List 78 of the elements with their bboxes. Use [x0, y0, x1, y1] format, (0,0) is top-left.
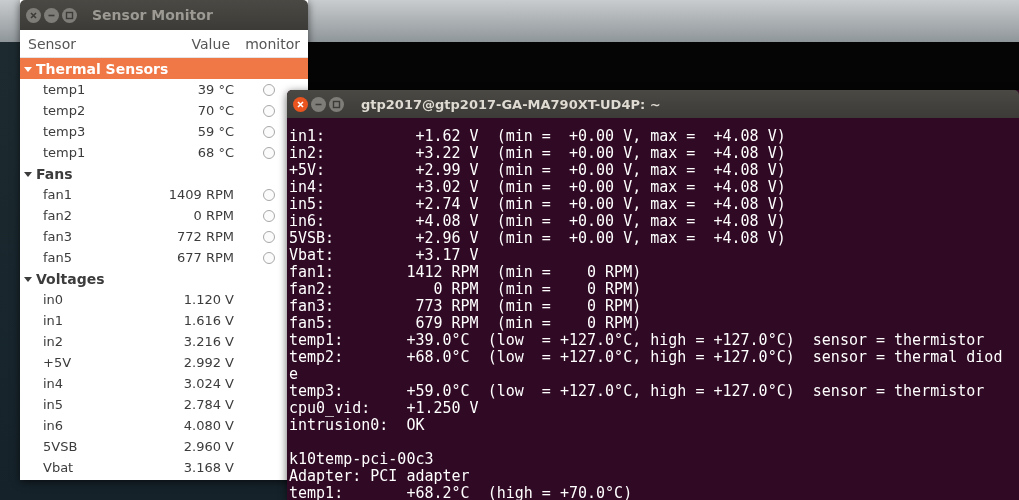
monitor-radio[interactable]	[263, 230, 275, 243]
monitor-radio[interactable]	[263, 104, 275, 117]
terminal-line: intrusion0: OK	[289, 416, 425, 434]
sensor-name: Vbat	[42, 460, 75, 475]
sensor-name: 5VSB	[42, 439, 79, 454]
terminal-line: temp2: +68.0°C (low = +127.0°C, high = +127.0°C) sensor = thermal diod	[289, 348, 1003, 366]
terminal-line: cpu0_vid: +1.250 V	[289, 399, 479, 417]
terminal-line: fan5: 679 RPM (min = 0 RPM)	[289, 314, 642, 332]
terminal-line: in2: +3.22 V (min = +0.00 V, max = +4.08 V)	[289, 144, 786, 162]
group-label: Thermal Sensors	[36, 60, 169, 77]
terminal-line: Vbat: +3.17 V	[289, 246, 479, 264]
monitor-radio[interactable]	[263, 188, 275, 201]
sensor-value: 2.992 V	[182, 355, 234, 370]
terminal-line: 5VSB: +2.96 V (min = +0.00 V, max = +4.08 V)	[289, 229, 786, 247]
maximize-button[interactable]	[62, 7, 77, 23]
expander-icon[interactable]	[24, 274, 32, 283]
sensor-value: 677 RPM	[175, 250, 234, 265]
terminal-line: fan3: 773 RPM (min = 0 RPM)	[289, 297, 642, 315]
sensor-value: 772 RPM	[175, 229, 234, 244]
sensor-value: 1.120 V	[182, 292, 234, 307]
minimize-button[interactable]	[44, 7, 59, 23]
sensor-value: 0 RPM	[192, 208, 234, 223]
sensor-name: fan5	[42, 250, 74, 265]
terminal-line: Adapter: PCI adapter	[289, 467, 470, 485]
sensor-value: 3.216 V	[182, 334, 234, 349]
sensor-name: fan2	[42, 208, 74, 223]
tree-group-row[interactable]: Voltages	[20, 268, 287, 289]
sensor-name: +5V	[42, 355, 73, 370]
window-title: Sensor Monitor	[92, 7, 213, 23]
expander-icon[interactable]	[24, 169, 32, 178]
terminal-line: in1: +1.62 V (min = +0.00 V, max = +4.08 V)	[289, 127, 786, 145]
monitor-radio[interactable]	[263, 209, 275, 222]
sensor-name: in0	[42, 292, 65, 307]
terminal-line: in4: +3.02 V (min = +0.00 V, max = +4.08 V)	[289, 178, 786, 196]
sensor-value: 4.080 V	[182, 418, 234, 433]
tree-group-row[interactable]: Fans	[20, 163, 287, 184]
sensor-name: in1	[42, 313, 65, 328]
terminal-line: e	[289, 365, 299, 383]
monitor-radio[interactable]	[263, 146, 275, 159]
terminal-line: k10temp-pci-00c3	[289, 450, 434, 468]
sensor-value: 1409 RPM	[167, 187, 234, 202]
sensor-value: 70 °C	[196, 103, 234, 118]
column-header[interactable]: monitor	[240, 35, 300, 52]
terminal-line: in5: +2.74 V (min = +0.00 V, max = +4.08 V)	[289, 195, 786, 213]
sensor-name: fan3	[42, 229, 74, 244]
sensor-value: 68 °C	[196, 145, 234, 160]
terminal-line: +5V: +2.99 V (min = +0.00 V, max = +4.08 V)	[289, 161, 786, 179]
sensor-value: 59 °C	[196, 124, 234, 139]
terminal-line: temp3: +59.0°C (low = +127.0°C, high = +127.0°C) sensor = thermistor	[289, 382, 985, 400]
sensor-name: temp3	[42, 124, 87, 139]
sensor-value: 3.024 V	[182, 376, 234, 391]
window-title: gtp2017@gtp2017-GA-MA790XT-UD4P: ~	[361, 96, 661, 112]
group-label: Fans	[36, 165, 73, 182]
terminal-line: in6: +4.08 V (min = +0.00 V, max = +4.08 V)	[289, 212, 786, 230]
column-header[interactable]: Value	[128, 35, 240, 52]
sensor-name: in5	[42, 397, 65, 412]
monitor-radio[interactable]	[263, 83, 275, 96]
sensor-value: 39 °C	[196, 82, 234, 97]
sensor-name: in4	[42, 376, 65, 391]
group-label: Voltages	[36, 270, 105, 287]
terminal-line: temp1: +39.0°C (low = +127.0°C, high = +127.0°C) sensor = thermistor	[289, 331, 985, 349]
sensor-name: temp1	[42, 145, 87, 160]
monitor-radio[interactable]	[263, 251, 275, 264]
sensor-value: 1.616 V	[182, 313, 234, 328]
sensor-value: 3.168 V	[182, 460, 234, 475]
sensor-name: temp1	[42, 82, 87, 97]
column-header[interactable]: Sensor	[20, 35, 128, 52]
maximize-button[interactable]	[329, 96, 344, 112]
sensor-value: 2.784 V	[182, 397, 234, 412]
terminal-line: fan2: 0 RPM (min = 0 RPM)	[289, 280, 642, 298]
terminal-line: fan1: 1412 RPM (min = 0 RPM)	[289, 263, 642, 281]
sensor-name: temp2	[42, 103, 87, 118]
sensor-name: fan1	[42, 187, 74, 202]
close-button[interactable]	[293, 96, 308, 112]
sensor-name: in2	[42, 334, 65, 349]
monitor-radio[interactable]	[263, 125, 275, 138]
sensor-name: in6	[42, 418, 65, 433]
sensor-value: 2.960 V	[182, 439, 234, 454]
